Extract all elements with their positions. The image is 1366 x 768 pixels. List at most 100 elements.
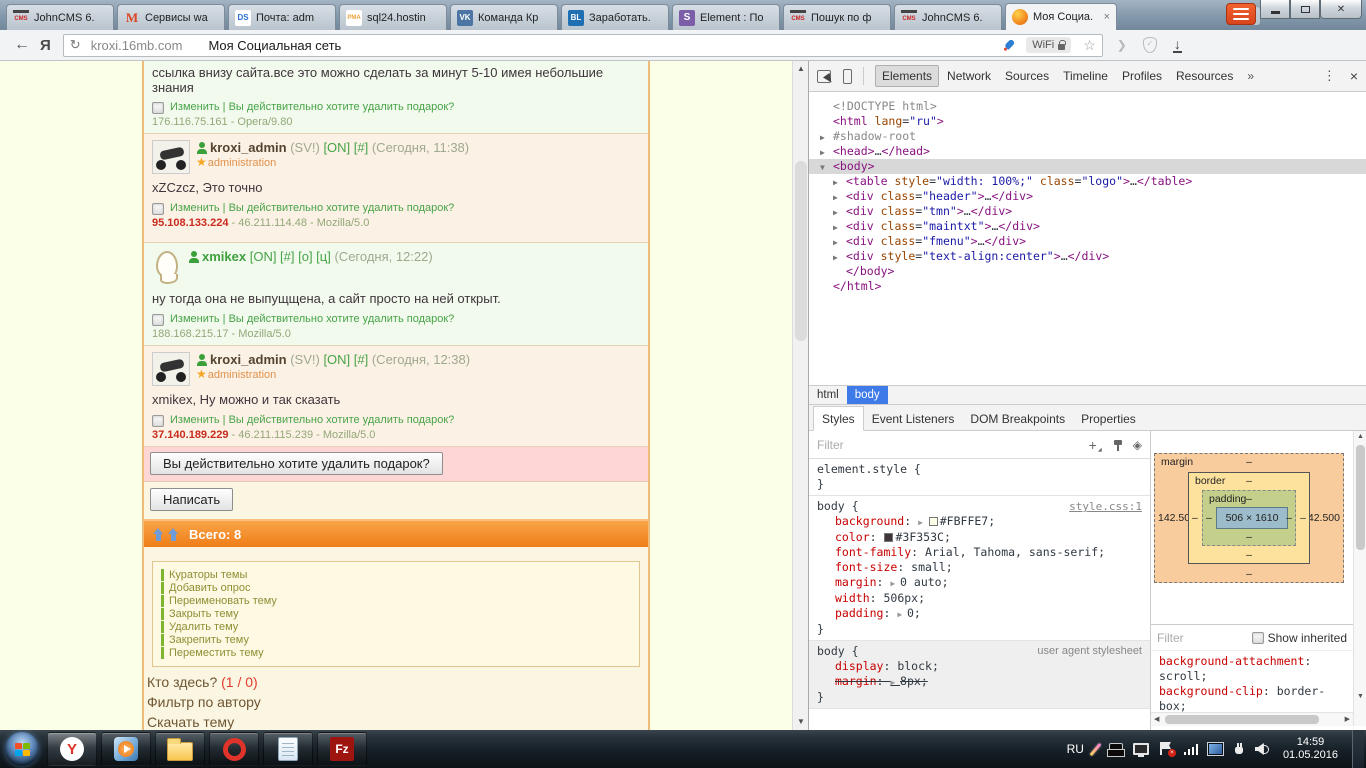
wifi-badge[interactable]: WiFi: [1026, 37, 1071, 53]
expand-arrow-icon[interactable]: ▶: [833, 205, 838, 220]
element-state-icon[interactable]: ◈: [1133, 438, 1142, 452]
color-swatch[interactable]: [884, 533, 893, 542]
sidebar-tab-event-listeners[interactable]: Event Listeners: [864, 407, 963, 430]
css-property[interactable]: width: 506px;: [817, 591, 1142, 606]
back-icon[interactable]: ←: [14, 36, 30, 54]
devtools-tab-profiles[interactable]: Profiles: [1116, 65, 1168, 87]
browser-tab[interactable]: CMSJohnCMS 6.: [6, 4, 114, 30]
css-property[interactable]: color: #3F353C;: [817, 530, 1142, 545]
page-scrollbar[interactable]: ▲ ▼: [792, 61, 808, 730]
dom-tree-node[interactable]: ▶<table style="width: 100%;" class="logo…: [809, 174, 1366, 189]
browser-tab[interactable]: SElement : По: [672, 4, 780, 30]
css-property[interactable]: display: block;: [817, 659, 1142, 674]
address-bar[interactable]: ↻ kroxi.16mb.com Моя Социальная сеть WiF…: [63, 34, 1103, 57]
browser-menu-icon[interactable]: [1226, 3, 1256, 25]
css-rule[interactable]: body {user agent stylesheetdisplay: bloc…: [809, 641, 1150, 709]
devtools-tab-network[interactable]: Network: [941, 65, 997, 87]
admin-menu-link[interactable]: Удалить тему: [161, 621, 631, 633]
show-inherited-checkbox[interactable]: [1252, 632, 1264, 644]
vol-tray-icon[interactable]: [1255, 743, 1269, 755]
expand-arrow-icon[interactable]: ▶: [833, 235, 838, 250]
admin-menu-link[interactable]: Закрепить тему: [161, 634, 631, 646]
start-button[interactable]: [5, 732, 39, 766]
dom-tree-node[interactable]: ▶<div class="tmn">…</div>: [809, 204, 1366, 219]
yandex-logo-icon[interactable]: Я: [40, 37, 51, 54]
expand-arrow-icon[interactable]: ▶: [820, 130, 825, 145]
computed-property[interactable]: background-attachment: scroll;: [1159, 654, 1337, 684]
dom-tree-node[interactable]: </body>: [809, 264, 1366, 279]
css-property[interactable]: padding: ▶ 0;: [817, 606, 1142, 622]
bookmark-star-icon[interactable]: ☆: [1083, 37, 1096, 54]
expand-arrow-icon[interactable]: ▶: [833, 220, 838, 235]
show-desktop-button[interactable]: [1352, 730, 1364, 768]
sidebar-tab-properties[interactable]: Properties: [1073, 407, 1144, 430]
css-property[interactable]: font-family: Arial, Tahoma, sans-serif;: [817, 545, 1142, 560]
taskbar-app-opera[interactable]: [209, 732, 259, 766]
box-model[interactable]: margin – – 142.500 142.500 border – – – …: [1154, 453, 1344, 583]
edit-delete-links[interactable]: Изменить | Вы действительно хотите удали…: [170, 313, 454, 326]
edit-delete-links[interactable]: Изменить | Вы действительно хотите удали…: [170, 202, 454, 215]
metrics-scrollbar[interactable]: ▲▼: [1353, 431, 1366, 726]
inspect-element-icon[interactable]: [817, 70, 831, 83]
admin-menu-link[interactable]: Закрыть тему: [161, 608, 631, 620]
admin-menu-link[interactable]: Кураторы темы: [161, 569, 631, 581]
browser-tab[interactable]: DSПочта: adm: [228, 4, 336, 30]
taskbar-app-wmp[interactable]: [101, 732, 151, 766]
devtools-close-icon[interactable]: ×: [1350, 68, 1358, 84]
scrollbar-thumb[interactable]: [795, 161, 807, 341]
box-model-padding[interactable]: padding – – – – 506 × 1610: [1202, 490, 1296, 546]
computed-filter-input[interactable]: Filter: [1157, 631, 1184, 645]
username-link[interactable]: xmikex: [202, 249, 246, 264]
avatar[interactable]: [152, 249, 182, 285]
pen-tray-icon[interactable]: [1089, 742, 1101, 755]
tab-close-icon[interactable]: ×: [1098, 11, 1116, 23]
expand-arrow-icon[interactable]: ▶: [833, 175, 838, 190]
select-post-checkbox[interactable]: [152, 102, 164, 114]
css-property[interactable]: background: ▶ #FBFFE7;: [817, 514, 1142, 530]
select-post-checkbox[interactable]: [152, 314, 164, 326]
admin-menu-link[interactable]: Добавить опрос: [161, 582, 631, 594]
dom-tree-node[interactable]: ▶<head>…</head>: [809, 144, 1366, 159]
browser-tab[interactable]: MСервисы wa: [117, 4, 225, 30]
breadcrumb-html[interactable]: html: [809, 386, 847, 404]
css-rule[interactable]: body {style.css:1background: ▶ #FBFFE7;c…: [809, 496, 1150, 641]
box-model-margin[interactable]: margin – – 142.500 142.500 border – – – …: [1154, 453, 1344, 583]
taskbar-app-yandex[interactable]: [47, 732, 97, 766]
computed-property[interactable]: background-clip: border-box;: [1159, 684, 1337, 712]
download-topic-link[interactable]: Скачать тему: [147, 712, 644, 730]
dom-tree-node[interactable]: ▼<body>: [809, 159, 1366, 174]
dom-tree-node[interactable]: ▶#shadow-root: [809, 129, 1366, 144]
box-model-content[interactable]: 506 × 1610: [1216, 507, 1288, 529]
scroll-up-icon[interactable]: ▲: [793, 61, 809, 77]
browser-tab[interactable]: Моя Социа.×: [1005, 3, 1117, 30]
browser-tab[interactable]: CMSПошук по ф: [783, 4, 891, 30]
username-link[interactable]: kroxi_admin: [210, 140, 287, 155]
flagx-tray-icon[interactable]: ×: [1159, 742, 1174, 756]
reload-icon[interactable]: ↻: [70, 37, 81, 53]
devtools-menu-icon[interactable]: ⋮: [1323, 68, 1336, 84]
delete-gift-button[interactable]: Вы действительно хотите удалить подарок?: [150, 452, 443, 475]
turbo-rocket-icon[interactable]: [999, 35, 1019, 55]
dom-tree-node[interactable]: ▶<div style="text-align:center">…</div>: [809, 249, 1366, 264]
admin-menu-link[interactable]: Переместить тему: [161, 647, 631, 659]
dom-tree-node[interactable]: <!DOCTYPE html>: [809, 99, 1366, 114]
language-indicator[interactable]: RU: [1067, 742, 1084, 756]
filter-author-link[interactable]: Фильтр по автору: [147, 692, 644, 712]
username-link[interactable]: kroxi_admin: [210, 352, 287, 367]
expand-arrow-icon[interactable]: ▶: [833, 190, 838, 205]
box-model-border[interactable]: border – – – – padding – – – – 50: [1188, 472, 1310, 564]
expand-arrow-icon[interactable]: ▶: [820, 145, 825, 160]
taskbar-app-notepad[interactable]: [263, 732, 313, 766]
download-icon[interactable]: ↓: [1173, 38, 1182, 53]
taskbar-app-fz[interactable]: [317, 732, 367, 766]
mon-tray-icon[interactable]: [1133, 743, 1149, 755]
up-arrow-icon[interactable]: [168, 528, 179, 541]
bars-tray-icon[interactable]: [1184, 744, 1198, 755]
post-action-links[interactable]: [ON] [#]: [323, 352, 368, 367]
css-property[interactable]: margin: ▶ 8px;: [817, 674, 1142, 690]
computed-hscrollbar[interactable]: ◀▶: [1151, 712, 1353, 726]
plug-tray-icon[interactable]: [1233, 743, 1245, 756]
avatar[interactable]: [152, 352, 190, 386]
css-rule[interactable]: element.style {}: [809, 459, 1150, 496]
hat-tray-icon[interactable]: [1107, 743, 1123, 756]
